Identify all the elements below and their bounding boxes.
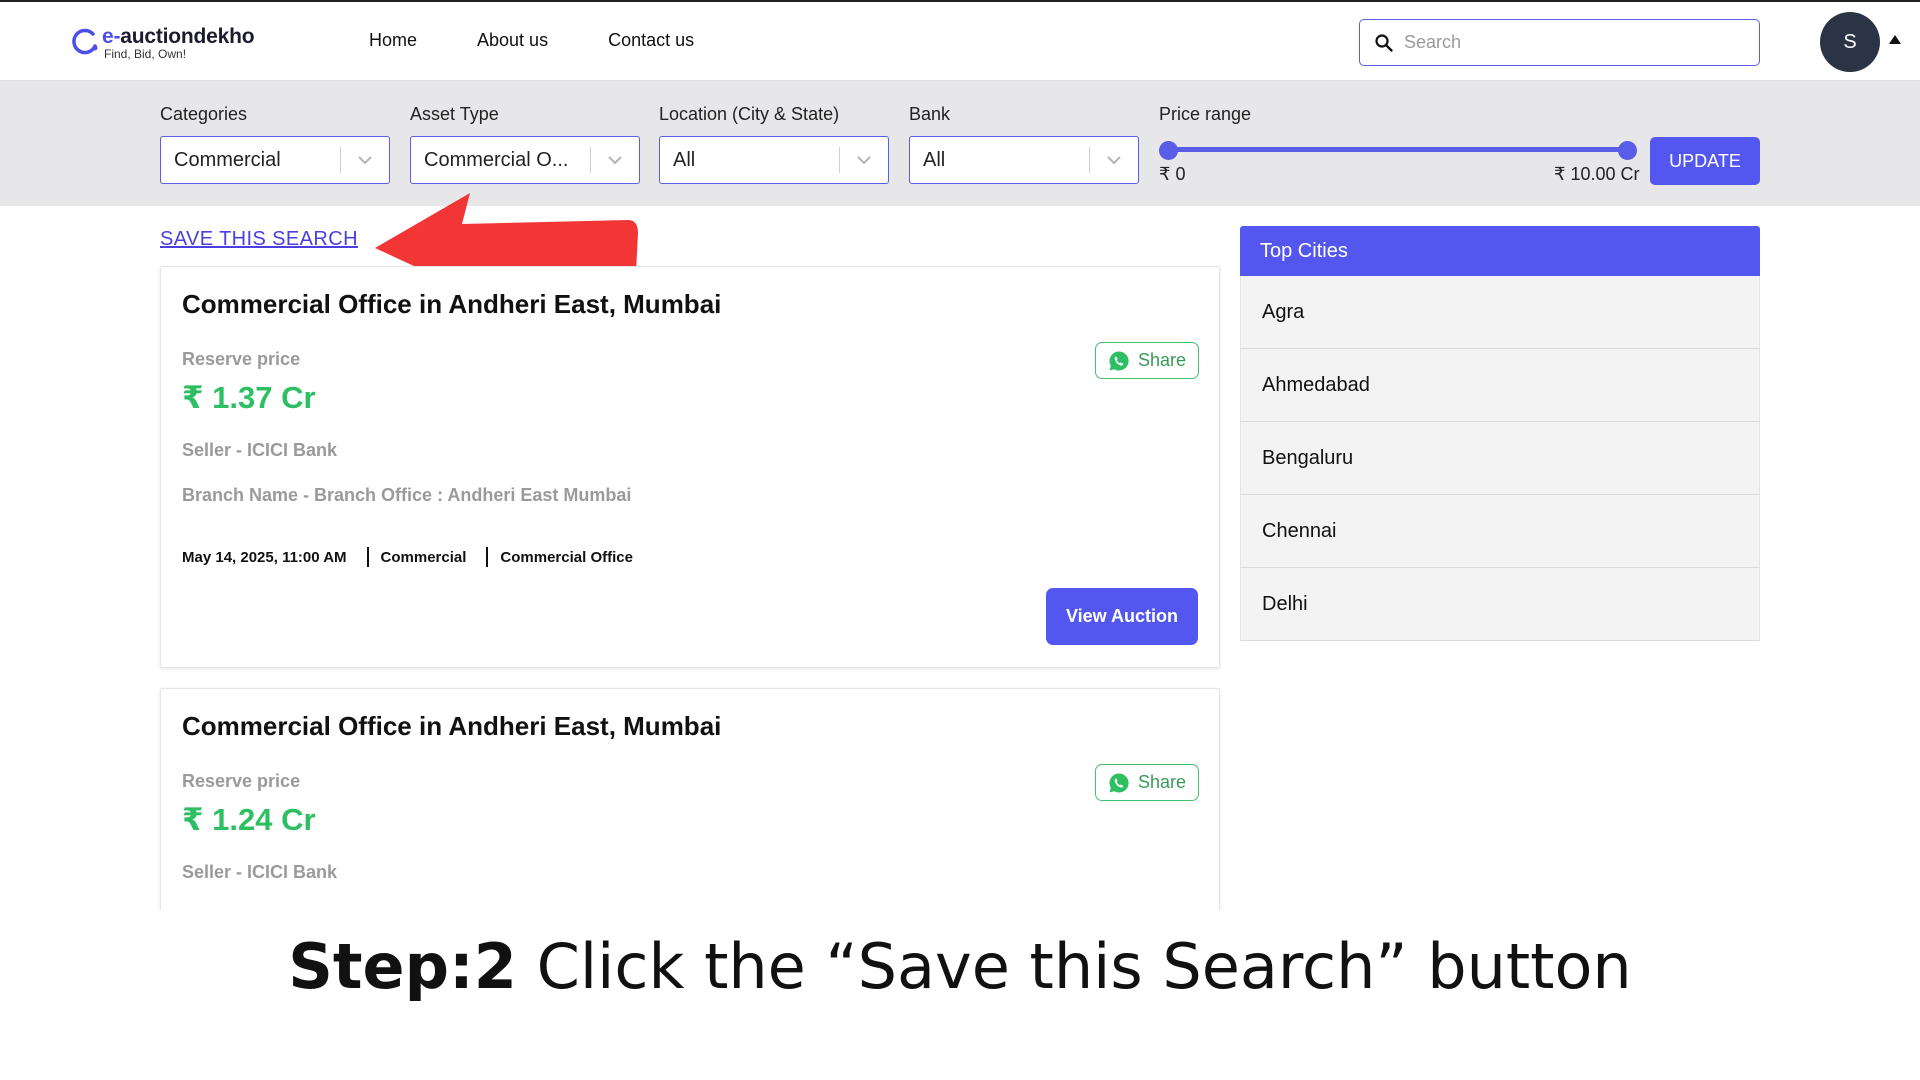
reserve-price-label: Reserve price xyxy=(182,771,301,791)
price-min-value: ₹ 0 xyxy=(1159,164,1186,184)
seller-info: Seller - ICICI Bank xyxy=(182,862,338,882)
share-button[interactable]: Share xyxy=(1095,342,1199,379)
bank-label: Bank xyxy=(909,104,951,124)
listing-asset-type: Commercial Office xyxy=(500,548,633,566)
price-min-handle[interactable] xyxy=(1159,141,1178,160)
location-label: Location (City & State) xyxy=(659,104,840,124)
seller-info: Seller - ICICI Bank xyxy=(182,440,338,460)
listing-clip: Commercial Office in Andheri East, Mumba… xyxy=(150,680,1230,910)
listing-meta: May 14, 2025, 11:00 AM Commercial Commer… xyxy=(182,547,633,567)
main-nav: Home About us Contact us xyxy=(369,30,694,51)
auction-card[interactable]: Commercial Office in Andheri East, Mumba… xyxy=(160,688,1220,910)
city-item-delhi[interactable]: Delhi xyxy=(1240,568,1760,641)
caption-text: Click the “Save this Search” button xyxy=(516,930,1632,1003)
top-cities-title: Top Cities xyxy=(1240,226,1760,276)
city-item-ahmedabad[interactable]: Ahmedabad xyxy=(1240,349,1760,422)
listing-title[interactable]: Commercial Office in Andheri East, Mumba… xyxy=(182,711,721,742)
top-cities-panel: Top Cities Agra Ahmedabad Bengaluru Chen… xyxy=(1240,226,1760,641)
asset-type-label: Asset Type xyxy=(410,104,499,124)
whatsapp-icon xyxy=(1109,772,1129,792)
view-auction-button[interactable]: View Auction xyxy=(1046,588,1198,645)
bank-value: All xyxy=(923,148,946,171)
chevron-down-icon xyxy=(591,137,639,183)
nav-about-us[interactable]: About us xyxy=(477,30,548,51)
reserve-price-value: ₹ 1.37 Cr xyxy=(182,380,316,415)
price-max-value: ₹ 10.00 Cr xyxy=(1554,164,1640,184)
location-select[interactable]: All xyxy=(659,136,889,184)
filter-bar: Categories Commercial Asset Type Commerc… xyxy=(0,81,1920,206)
city-item-bengaluru[interactable]: Bengaluru xyxy=(1240,422,1760,495)
share-label: Share xyxy=(1137,350,1187,370)
asset-type-value: Commercial O... xyxy=(424,148,569,171)
nav-home[interactable]: Home xyxy=(369,30,417,51)
auction-date: May 14, 2025, 11:00 AM xyxy=(182,548,347,566)
nav-contact-us[interactable]: Contact us xyxy=(608,30,694,51)
search-icon xyxy=(1375,33,1393,52)
logo-icon xyxy=(71,28,99,56)
user-avatar[interactable]: S xyxy=(1820,12,1880,72)
caption-step: Step:2 xyxy=(288,930,517,1003)
listing-title[interactable]: Commercial Office in Andheri East, Mumba… xyxy=(182,289,721,320)
caret-up-icon[interactable] xyxy=(1889,35,1901,44)
share-label: Share xyxy=(1137,772,1187,792)
site-logo[interactable]: e-auctiondekho Find, Bid, Own! xyxy=(71,25,255,61)
categories-label: Categories xyxy=(160,104,248,124)
asset-type-select[interactable]: Commercial O... xyxy=(410,136,640,184)
search-input[interactable] xyxy=(1404,32,1734,53)
logo-tagline: Find, Bid, Own! xyxy=(104,47,187,61)
whatsapp-icon xyxy=(1109,350,1129,370)
auction-card[interactable]: Commercial Office in Andheri East, Mumba… xyxy=(160,266,1220,668)
listing-category: Commercial xyxy=(380,548,467,566)
tutorial-caption: Step:2 Click the “Save this Search” butt… xyxy=(0,930,1920,1003)
top-header: e-auctiondekho Find, Bid, Own! Home Abou… xyxy=(0,0,1920,81)
price-range-track[interactable] xyxy=(1168,147,1628,152)
share-button[interactable]: Share xyxy=(1095,764,1199,801)
logo-name: e-auctiondekho xyxy=(102,25,255,48)
chevron-down-icon xyxy=(840,137,888,183)
reserve-price-label: Reserve price xyxy=(182,349,301,369)
city-item-chennai[interactable]: Chennai xyxy=(1240,495,1760,568)
categories-value: Commercial xyxy=(174,148,281,171)
chevron-down-icon xyxy=(341,137,389,183)
update-button[interactable]: UPDATE xyxy=(1650,137,1760,185)
branch-info: Branch Name - Branch Office : Andheri Ea… xyxy=(182,485,632,505)
reserve-price-value: ₹ 1.24 Cr xyxy=(182,802,316,837)
price-range-label: Price range xyxy=(1159,104,1252,124)
city-item-agra[interactable]: Agra xyxy=(1240,276,1760,349)
chevron-down-icon xyxy=(1090,137,1138,183)
categories-select[interactable]: Commercial xyxy=(160,136,390,184)
header-search[interactable] xyxy=(1359,19,1760,66)
save-this-search-link[interactable]: SAVE THIS SEARCH xyxy=(160,228,358,251)
bank-select[interactable]: All xyxy=(909,136,1139,184)
price-max-handle[interactable] xyxy=(1618,141,1637,160)
location-value: All xyxy=(673,148,696,171)
tutorial-caption-area: Step:2 Click the “Save this Search” butt… xyxy=(0,910,1920,1080)
